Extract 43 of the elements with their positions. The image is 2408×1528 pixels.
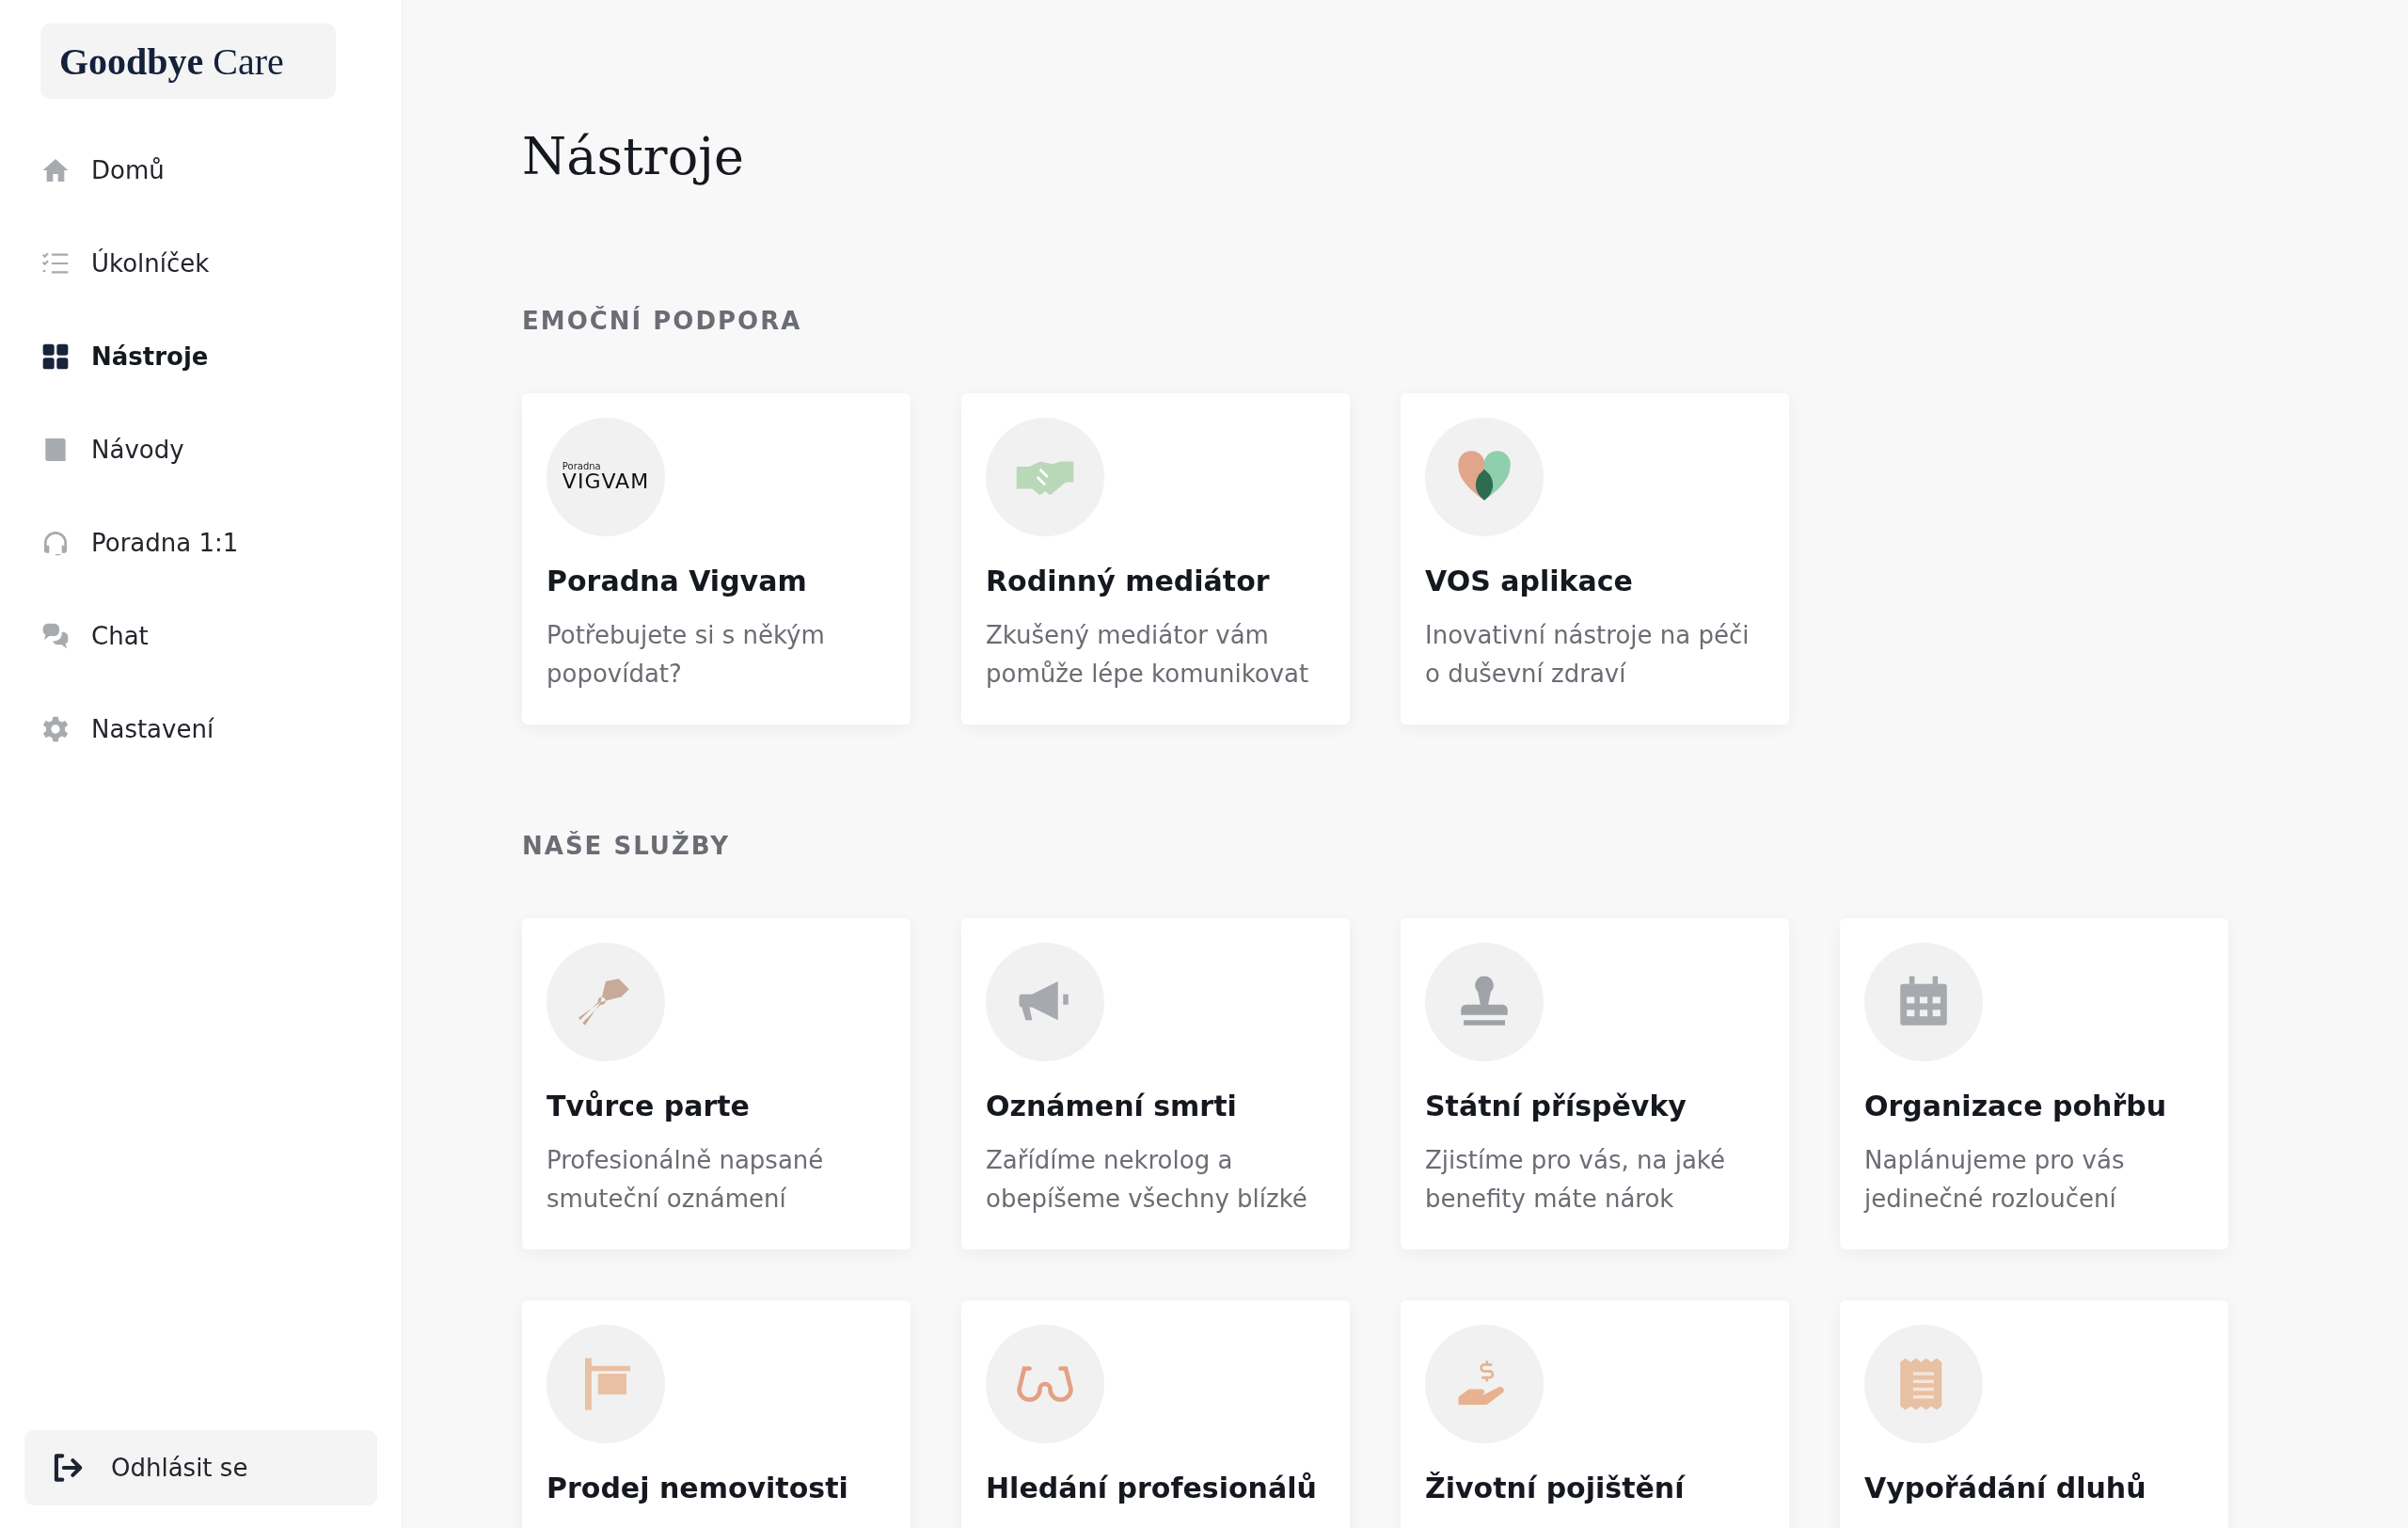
tool-card[interactable]: Státní příspěvky Zjistíme pro vás, na jaké benefity máte nárok — [1401, 918, 1789, 1249]
card-title: Státní příspěvky — [1425, 1090, 1687, 1122]
logo-caption: Poradna — [562, 462, 601, 471]
card-title: Tvůrce parte — [547, 1090, 751, 1122]
card-title: Vypořádání dluhů — [1864, 1472, 2147, 1504]
nav-item[interactable]: Domů — [24, 123, 377, 216]
tool-card[interactable]: Prodej nemovitosti — [522, 1300, 911, 1528]
card-title: VOS aplikace — [1425, 565, 1634, 597]
card-description: Zjistíme pro vás, na jaké benefity máte nárok — [1425, 1145, 1726, 1215]
tool-card[interactable]: Hledání profesionálů — [961, 1300, 1350, 1528]
logo-wordmark: VIGVAM — [562, 471, 650, 492]
nav-item[interactable]: Nástroje — [24, 310, 377, 403]
card-title: Rodinný mediátor — [986, 565, 1271, 597]
tool-card[interactable]: Životní pojištění — [1401, 1300, 1789, 1528]
nav-item[interactable]: Poradna 1:1 — [24, 496, 377, 589]
tool-card[interactable]: Poradna VIGVAM Poradna Vigvam Potřebujete si s někým popovídat? — [522, 393, 911, 724]
card-description: Naplánujeme pro vás jedinečné rozloučení — [1864, 1145, 2126, 1215]
tool-card[interactable]: Rodinný mediátor Zkušený mediátor vám pomůže lépe komunikovat — [961, 393, 1350, 724]
card-title: Organizace pohřbu — [1864, 1090, 2167, 1122]
nav-item[interactable]: Nastavení — [24, 682, 377, 775]
card-description: Potřebujete si s někým popovídat? — [547, 620, 826, 690]
card-title: Životní pojištění — [1425, 1472, 1687, 1504]
card-description: Inovativní nástroje na péči o duševní zdraví — [1425, 620, 1751, 690]
nav-item[interactable]: Úkolníček — [24, 216, 377, 310]
nav-item[interactable]: Návody — [24, 403, 377, 496]
tool-card[interactable]: Tvůrce parte Profesionálně napsané smuteční oznámení — [522, 918, 911, 1249]
section-heading: NAŠE SLUŽBY — [522, 832, 731, 860]
card-title: Prodej nemovitosti — [547, 1472, 849, 1504]
tool-card[interactable]: VOS aplikace Inovativní nástroje na péči o duševní zdraví — [1401, 393, 1789, 724]
card-description: Profesionálně napsané smuteční oznámení — [547, 1145, 825, 1215]
tool-card[interactable]: Organizace pohřbu Naplánujeme pro vás jedinečné rozloučení — [1840, 918, 2228, 1249]
card-title: Poradna Vigvam — [547, 565, 808, 597]
logout-button[interactable]: Odhlásit se — [24, 1430, 377, 1505]
tool-card[interactable]: Vypořádání dluhů — [1840, 1300, 2228, 1528]
card-title: Hledání profesionálů — [986, 1472, 1318, 1504]
app-logo[interactable]: Goodbye Care — [40, 24, 336, 99]
card-title: Oznámení smrti — [986, 1090, 1238, 1122]
card-description: Zařídíme nekrolog a obepíšeme všechny blízké — [986, 1145, 1308, 1215]
nav-item[interactable]: Chat — [24, 589, 377, 682]
tool-card[interactable]: Oznámení smrti Zařídíme nekrolog a obepíšeme všechny blízké — [961, 918, 1350, 1249]
section-heading: EMOČNÍ PODPORA — [522, 307, 803, 335]
card-description: Zkušený mediátor vám pomůže lépe komunikovat — [986, 620, 1310, 690]
page-title: Nástroje — [522, 127, 745, 186]
